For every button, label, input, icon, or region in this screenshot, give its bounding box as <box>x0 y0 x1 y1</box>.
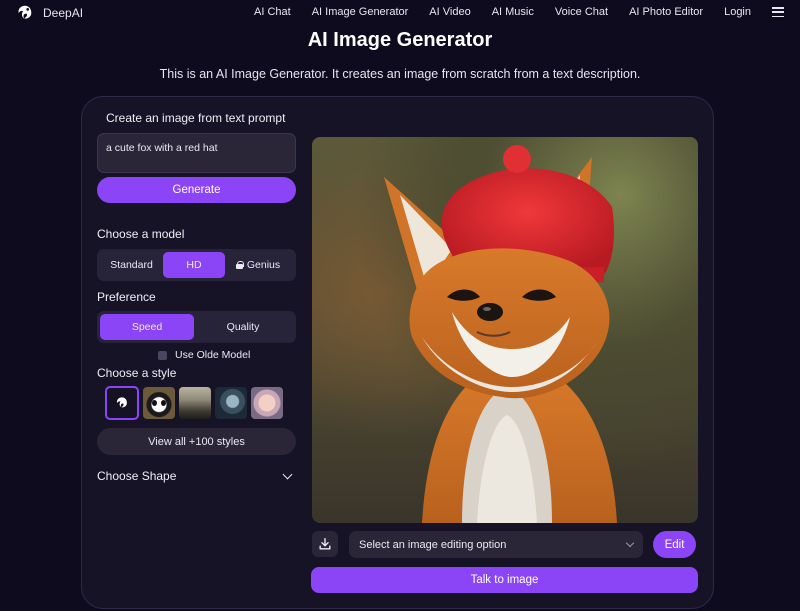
generated-image[interactable] <box>312 137 698 523</box>
top-navigation: DeepAI AI Chat AI Image Generator AI Vid… <box>0 0 800 26</box>
preference-section-label: Preference <box>97 290 156 304</box>
nav-ai-photo-editor[interactable]: AI Photo Editor <box>629 6 703 18</box>
old-model-label: Use Olde Model <box>175 349 251 361</box>
style-thumb-robot[interactable] <box>215 387 247 419</box>
page-description: This is an AI Image Generator. It create… <box>159 67 641 81</box>
model-selector: Standard HD Genius <box>97 249 296 281</box>
prompt-input[interactable]: a cute fox with a red hat <box>97 133 296 173</box>
prompt-section-title: Create an image from text prompt <box>106 111 286 125</box>
chevron-down-icon <box>282 469 293 480</box>
logo[interactable]: DeepAI <box>16 4 83 22</box>
deepai-logo-icon <box>18 5 32 19</box>
image-edit-select-value: Select an image editing option <box>359 538 507 551</box>
generator-panel: Create an image from text prompt a cute … <box>81 96 714 609</box>
model-option-hd[interactable]: HD <box>163 252 225 278</box>
page-title: AI Image Generator <box>307 29 493 51</box>
style-section-label: Choose a style <box>97 366 177 380</box>
model-section-label: Choose a model <box>97 227 185 241</box>
model-option-genius-label: Genius <box>246 259 281 271</box>
nav-ai-chat[interactable]: AI Chat <box>254 6 291 18</box>
download-button[interactable] <box>312 531 338 557</box>
nav-login[interactable]: Login <box>724 6 751 18</box>
download-icon <box>319 538 331 550</box>
nav-ai-image-generator[interactable]: AI Image Generator <box>312 6 409 18</box>
edit-button[interactable]: Edit <box>653 531 696 558</box>
style-thumb-panda[interactable] <box>143 387 175 419</box>
model-option-standard[interactable]: Standard <box>100 252 163 278</box>
old-model-option[interactable]: Use Olde Model <box>158 349 250 361</box>
model-option-genius[interactable]: Genius <box>225 252 291 278</box>
nav-voice-chat[interactable]: Voice Chat <box>555 6 608 18</box>
logo-text: DeepAI <box>43 6 84 20</box>
chevron-down-icon <box>625 538 635 548</box>
fox-image <box>312 137 698 523</box>
deepai-logo-icon <box>116 397 127 408</box>
nav-ai-video[interactable]: AI Video <box>429 6 470 18</box>
old-model-checkbox[interactable] <box>158 350 167 360</box>
preference-selector: Speed Quality <box>97 311 296 343</box>
talk-to-image-button[interactable]: Talk to image <box>311 567 698 593</box>
style-thumb-landscape[interactable] <box>179 387 211 419</box>
hamburger-menu-icon[interactable] <box>772 7 784 17</box>
choose-shape-toggle[interactable]: Choose Shape <box>97 469 293 483</box>
shape-section-label: Choose Shape <box>97 469 177 483</box>
generate-button[interactable]: Generate <box>97 177 296 203</box>
style-thumb-portrait[interactable] <box>251 387 283 419</box>
preference-option-speed[interactable]: Speed <box>100 314 194 340</box>
nav-ai-music[interactable]: AI Music <box>492 6 534 18</box>
style-gallery <box>105 386 283 420</box>
main-nav: AI Chat AI Image Generator AI Video AI M… <box>254 6 784 18</box>
preference-option-quality[interactable]: Quality <box>194 314 292 340</box>
image-edit-select[interactable]: Select an image editing option <box>349 531 643 558</box>
lock-icon <box>235 261 244 269</box>
view-all-styles-button[interactable]: View all +100 styles <box>97 428 296 455</box>
style-default-selected[interactable] <box>105 386 139 420</box>
